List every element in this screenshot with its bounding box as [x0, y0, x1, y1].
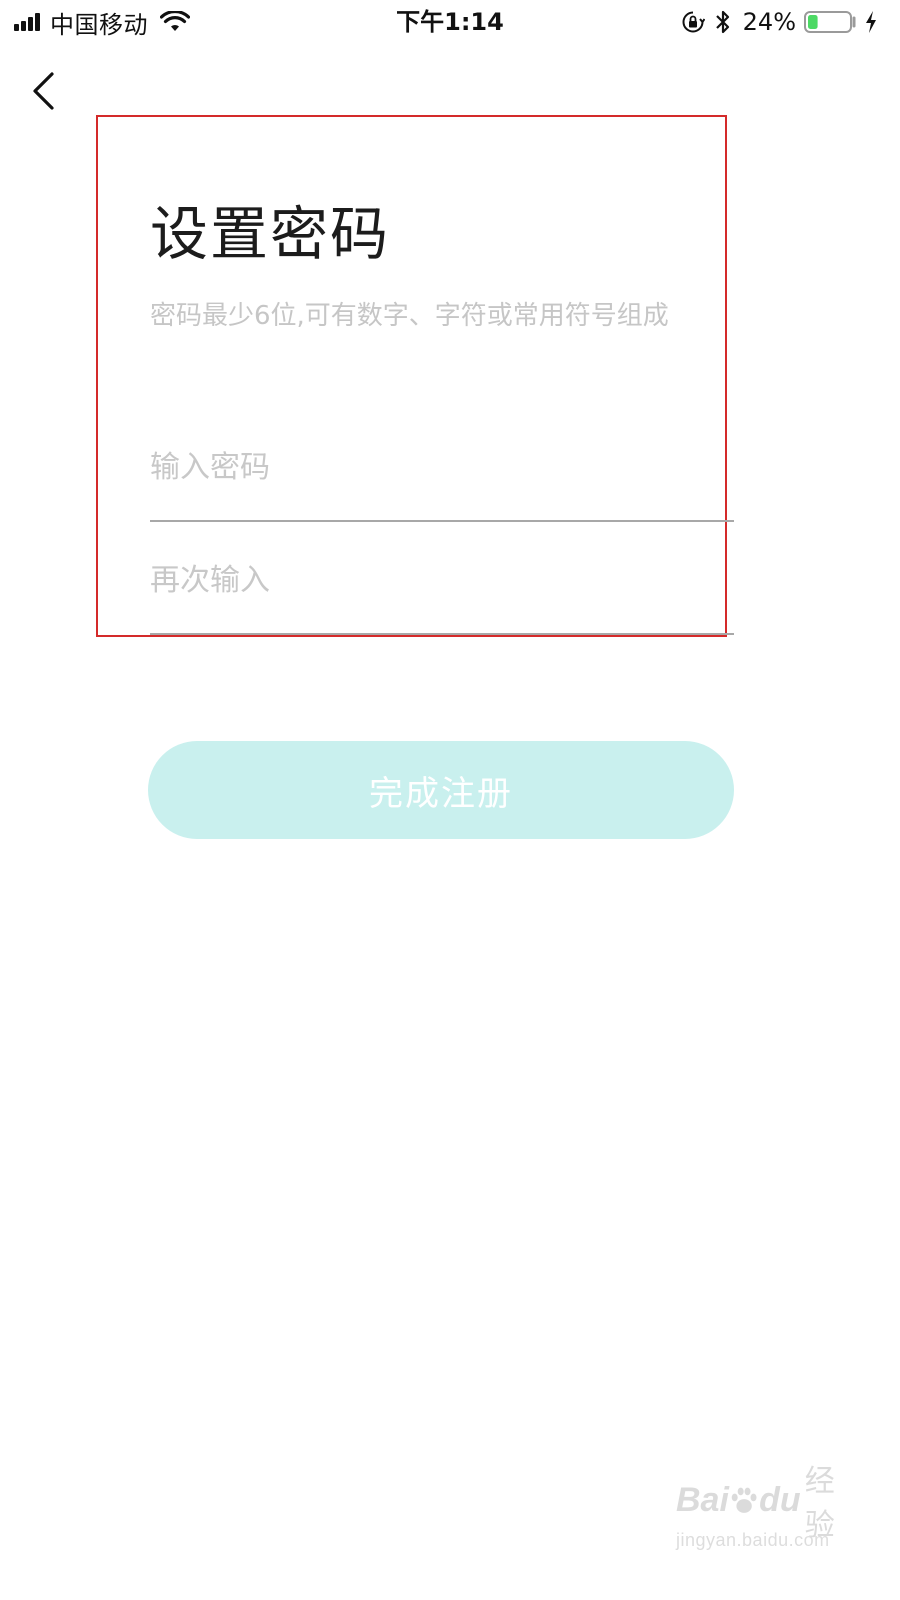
password-field[interactable]	[150, 450, 734, 522]
battery-icon	[804, 11, 856, 33]
back-button[interactable]	[24, 66, 68, 116]
annotation-highlight-box	[96, 115, 727, 637]
page-title: 设置密码	[150, 200, 391, 268]
paw-icon	[731, 1487, 757, 1513]
baidu-jingyan-watermark: Bai du 经验 jingyan.baidu.com	[676, 1464, 856, 1562]
watermark-brand-left: Bai	[676, 1480, 729, 1519]
complete-registration-button[interactable]: 完成注册	[148, 741, 734, 839]
status-bar: 中国移动 下午1:14 24%	[0, 0, 900, 44]
watermark-brand-right: du	[759, 1480, 801, 1519]
watermark-logo: Bai du 经验	[676, 1464, 856, 1543]
bluetooth-icon	[715, 10, 729, 34]
status-bar-right: 24%	[681, 6, 878, 38]
watermark-url: jingyan.baidu.com	[676, 1530, 830, 1550]
battery-percent: 24%	[742, 8, 796, 36]
chevron-left-icon	[33, 72, 54, 110]
password-input[interactable]	[150, 450, 734, 484]
confirm-password-field[interactable]	[150, 563, 734, 635]
password-rule-hint: 密码最少6位,可有数字、字符或常用符号组成	[150, 301, 669, 331]
charging-bolt-icon	[866, 11, 876, 33]
orientation-lock-icon	[682, 11, 705, 33]
confirm-password-input[interactable]	[150, 563, 734, 597]
